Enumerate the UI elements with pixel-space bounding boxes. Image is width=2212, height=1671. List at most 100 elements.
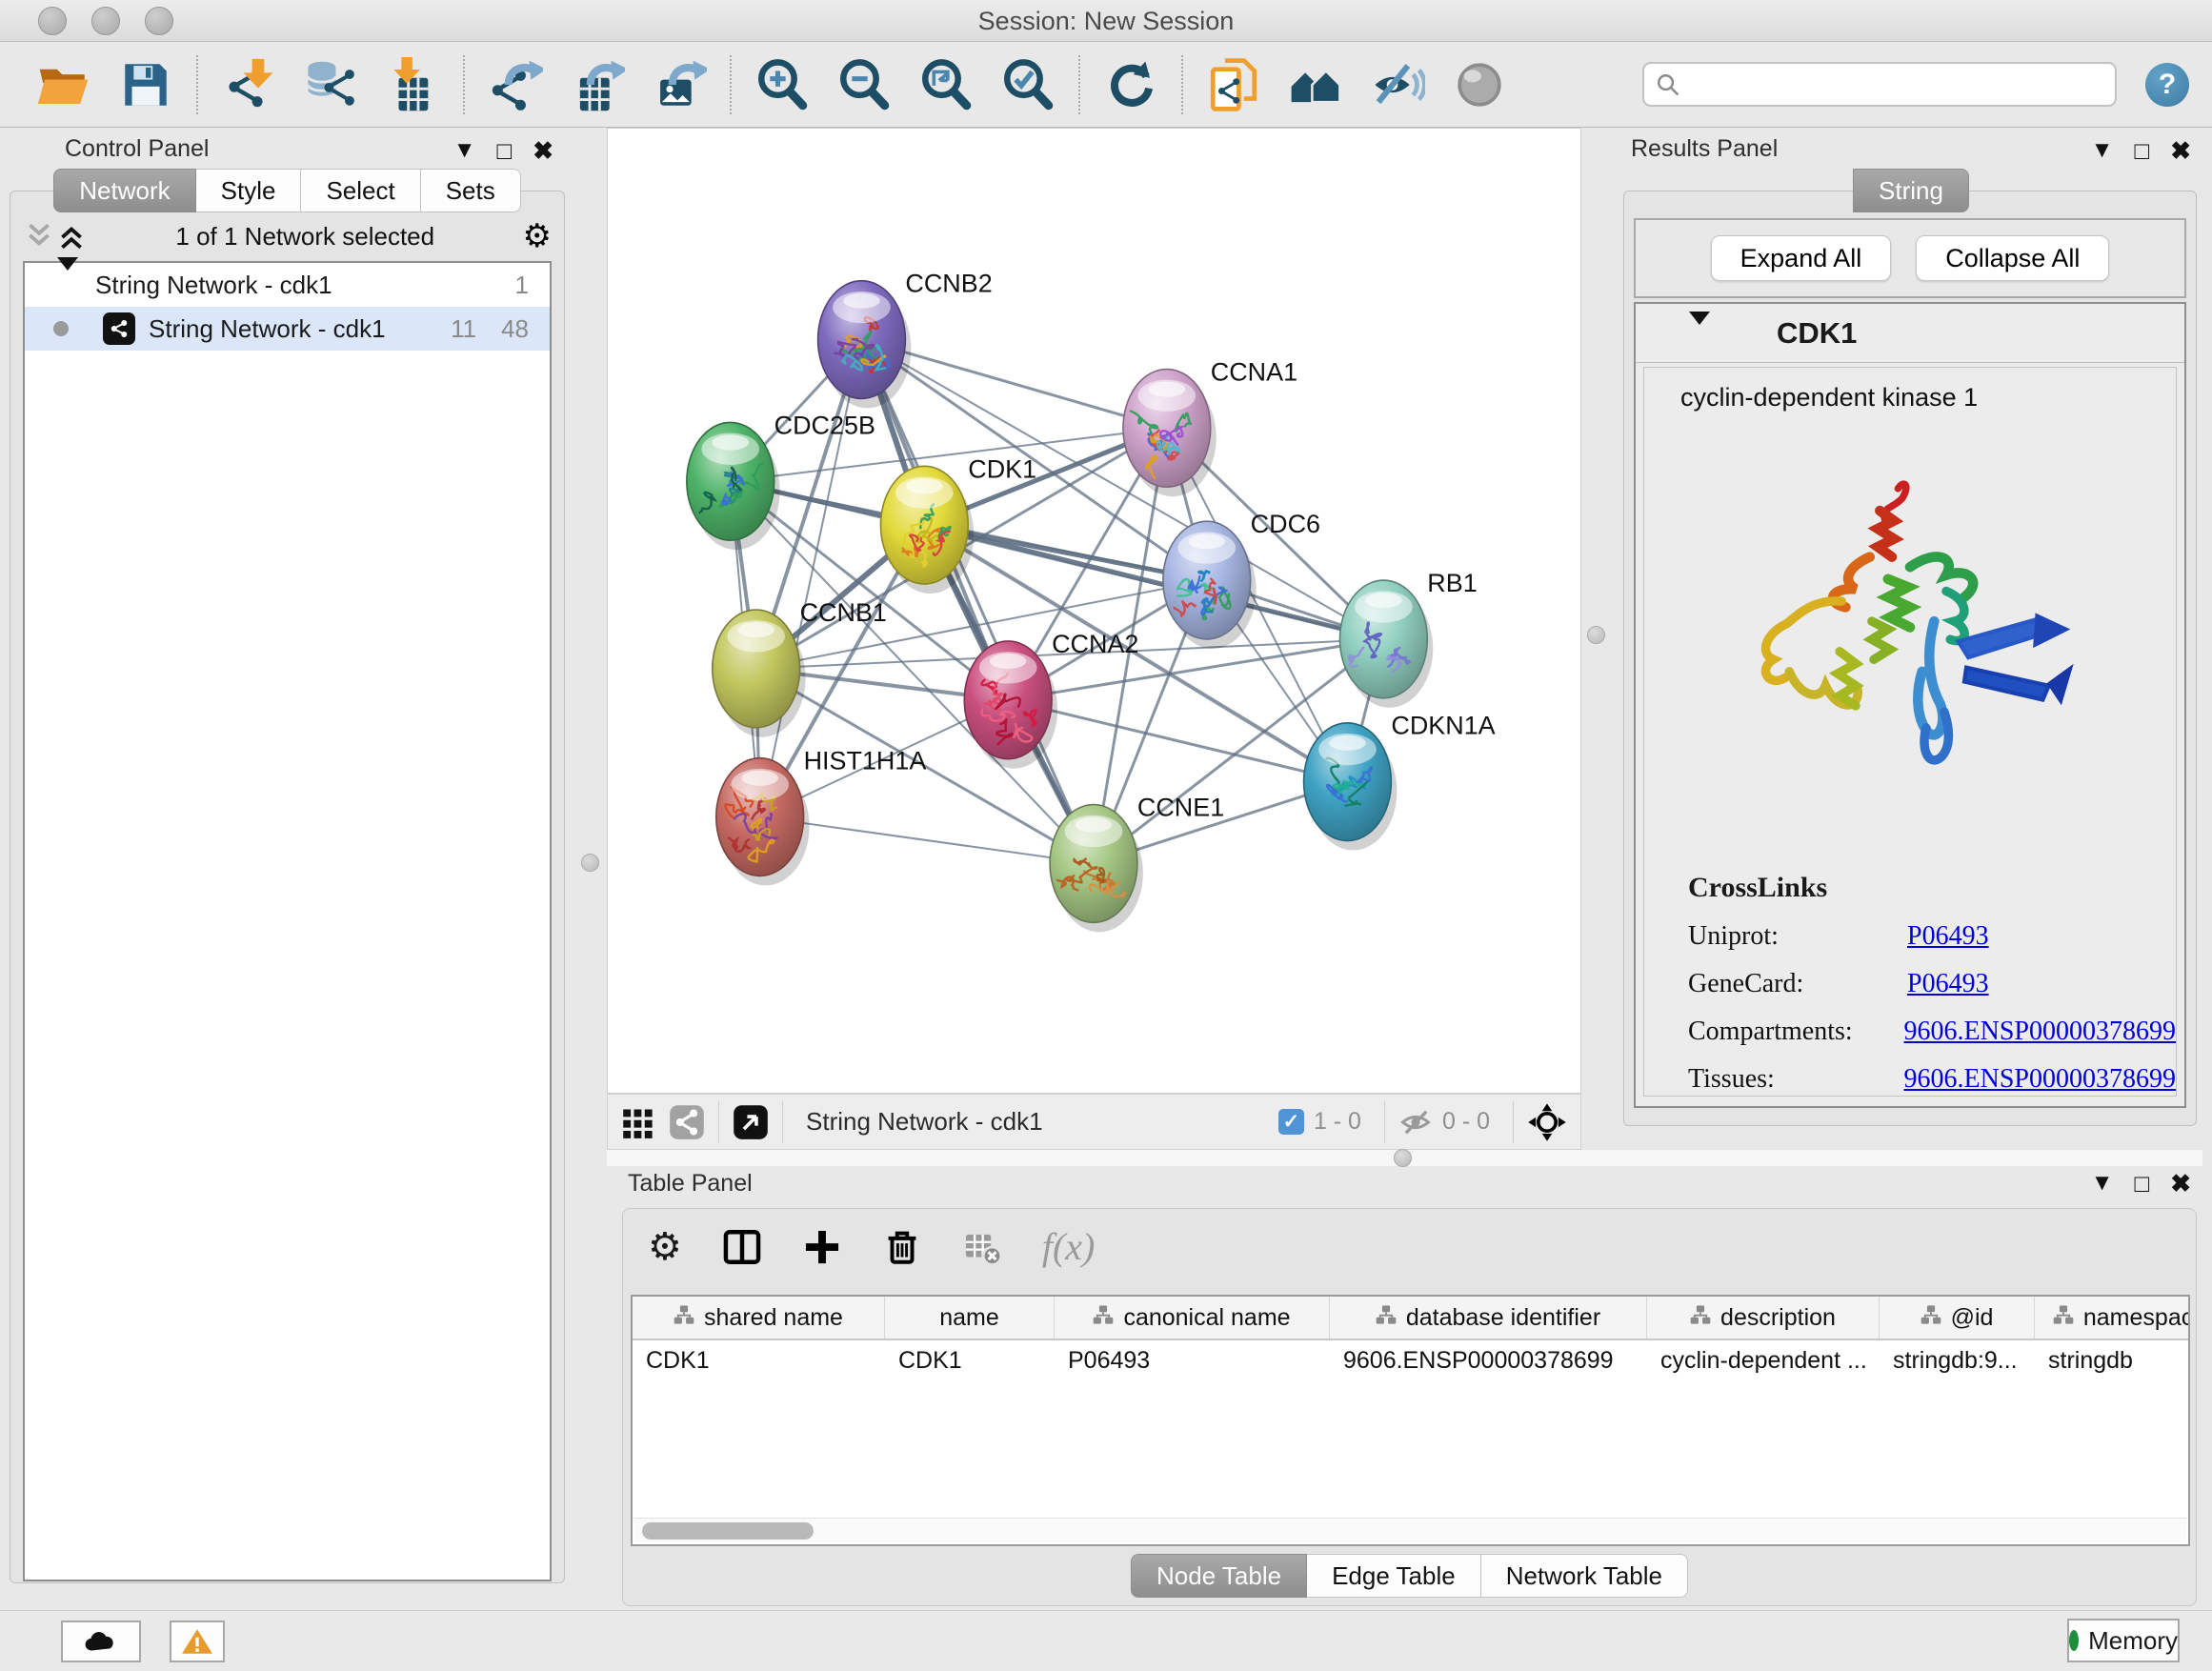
table-cell[interactable]: CDK1 — [885, 1340, 1055, 1382]
import-network-icon[interactable] — [221, 57, 276, 112]
column-header-shared-name[interactable]: shared name — [633, 1297, 885, 1339]
tab-string[interactable]: String — [1853, 169, 1969, 212]
zoom-in-icon[interactable] — [754, 57, 810, 112]
highlight-eye-icon[interactable] — [1452, 57, 1507, 112]
network-collection-row[interactable]: String Network - cdk1 1 — [25, 263, 550, 307]
warnings-button[interactable] — [170, 1621, 225, 1662]
network-node-HIST1H1A[interactable]: HIST1H1A — [716, 747, 927, 886]
column-header-description[interactable]: description — [1647, 1297, 1880, 1339]
function-builder-icon[interactable]: f(x) — [1042, 1224, 1096, 1269]
crosslink-link[interactable]: P06493 — [1907, 921, 1989, 952]
panel-menu-icon[interactable]: ▼ — [2091, 1172, 2114, 1195]
apply-layout-icon[interactable] — [1103, 57, 1158, 112]
tab-style[interactable]: Style — [196, 169, 302, 212]
delete-column-trash-icon[interactable] — [882, 1227, 922, 1267]
collapse-all-button[interactable]: Collapse All — [1916, 235, 2109, 281]
help-button[interactable]: ? — [2145, 63, 2189, 107]
network-options-gear-icon[interactable]: ⚙ — [523, 217, 552, 255]
memory-button[interactable]: Memory — [2067, 1619, 2180, 1662]
table-options-gear-icon[interactable]: ⚙ — [648, 1227, 682, 1267]
network-edge[interactable] — [1008, 700, 1347, 782]
column-header-@id[interactable]: @id — [1880, 1297, 2035, 1339]
table-row[interactable]: CDK1CDK1P064939606.ENSP00000378699cyclin… — [633, 1340, 2188, 1382]
tab-network-table[interactable]: Network Table — [1481, 1554, 1688, 1598]
export-network-icon[interactable] — [488, 57, 543, 112]
close-panel-icon[interactable]: ✖ — [2170, 1171, 2191, 1196]
clone-network-icon[interactable] — [1206, 57, 1261, 112]
network-node-CCNE1[interactable]: CCNE1 — [1050, 794, 1224, 933]
network-node-RB1[interactable]: RB1 — [1339, 569, 1477, 708]
zoom-out-icon[interactable] — [836, 57, 892, 112]
network-node-CCNB2[interactable]: CCNB2 — [818, 270, 993, 409]
table-cell[interactable]: cyclin-dependent ... — [1647, 1340, 1880, 1382]
delete-table-icon[interactable] — [962, 1227, 1002, 1267]
open-session-icon[interactable] — [36, 57, 91, 112]
network-node-CDKN1A[interactable]: CDKN1A — [1304, 712, 1496, 851]
scrollbar-thumb[interactable] — [642, 1522, 814, 1540]
selected-checkbox-icon[interactable]: ✓ — [1278, 1109, 1304, 1135]
table-header-row: shared namenamecanonical namedatabase id… — [633, 1297, 2188, 1340]
network-node-CDC25B[interactable]: CDC25B — [687, 411, 875, 550]
cloud-button[interactable] — [61, 1621, 141, 1662]
show-columns-icon[interactable] — [722, 1227, 762, 1267]
tab-node-table[interactable]: Node Table — [1131, 1554, 1307, 1598]
float-panel-icon[interactable]: □ — [2134, 1171, 2149, 1196]
expand-all-button[interactable]: Expand All — [1711, 235, 1892, 281]
network-edge[interactable] — [861, 340, 1094, 864]
bottom-splitter-handle[interactable] — [1394, 1149, 1412, 1167]
table-cell[interactable]: stringdb:9... — [1880, 1340, 2035, 1382]
export-table-icon[interactable] — [570, 57, 625, 112]
zoom-selected-icon[interactable] — [1000, 57, 1056, 112]
toolbar-search[interactable] — [1642, 62, 2117, 107]
create-column-plus-icon[interactable] — [802, 1227, 842, 1267]
panel-menu-icon[interactable]: ▼ — [453, 139, 476, 162]
tab-network[interactable]: Network — [53, 169, 195, 212]
export-image-icon[interactable] — [652, 57, 707, 112]
float-panel-icon[interactable]: □ — [2134, 138, 2149, 163]
table-cell[interactable]: P06493 — [1055, 1340, 1330, 1382]
collapse-triangle-icon[interactable] — [57, 257, 78, 299]
column-header-namespace[interactable]: namespace — [2035, 1297, 2190, 1339]
crosslink-link[interactable]: 9606.ENSP00000378699 — [1904, 1017, 2176, 1047]
import-table-icon[interactable] — [385, 57, 440, 112]
float-panel-icon[interactable]: □ — [496, 138, 512, 163]
collapse-triangle-icon[interactable] — [1689, 312, 1710, 341]
network-row[interactable]: String Network - cdk1 11 48 — [25, 307, 550, 351]
network-view-mode-icon[interactable] — [669, 1104, 705, 1140]
crosslink-link[interactable]: P06493 — [1907, 969, 1989, 999]
column-header-canonical-name[interactable]: canonical name — [1055, 1297, 1330, 1339]
hide-selected-icon[interactable] — [1370, 57, 1425, 112]
grid-view-icon[interactable] — [621, 1105, 655, 1139]
save-session-icon[interactable] — [118, 57, 173, 112]
tab-select[interactable]: Select — [301, 169, 420, 212]
detach-view-icon[interactable] — [733, 1104, 769, 1140]
table-cell[interactable]: 9606.ENSP00000378699 — [1330, 1340, 1647, 1382]
network-node-CCNA1[interactable]: CCNA1 — [1123, 357, 1297, 496]
network-edge[interactable] — [760, 817, 1094, 864]
right-splitter-handle[interactable] — [1587, 626, 1605, 644]
import-network-database-icon[interactable] — [303, 57, 358, 112]
search-input[interactable] — [1688, 71, 2103, 98]
column-header-database-identifier[interactable]: database identifier — [1330, 1297, 1647, 1339]
network-node-CCNB1[interactable]: CCNB1 — [713, 598, 887, 737]
birdseye-crosshair-icon[interactable] — [1527, 1102, 1567, 1142]
graphics-details-icon[interactable] — [1288, 57, 1343, 112]
crosslink-link[interactable]: 9606.ENSP00000378699 — [1904, 1064, 2176, 1095]
close-panel-icon[interactable]: ✖ — [2170, 138, 2191, 163]
collapse-all-icon[interactable] — [23, 222, 55, 251]
table-cell[interactable]: stringdb — [2035, 1340, 2190, 1382]
zoom-fit-icon[interactable] — [918, 57, 974, 112]
network-node-CDC6[interactable]: CDC6 — [1163, 510, 1320, 649]
table-cell[interactable]: CDK1 — [633, 1340, 885, 1382]
left-splitter-handle[interactable] — [581, 854, 599, 872]
network-canvas[interactable]: CCNB2 CCNA1 CDC25B CDK1 CDC6 RB1 — [607, 128, 1581, 1094]
table-horizontal-scrollbar[interactable] — [634, 1518, 2186, 1542]
tab-edge-table[interactable]: Edge Table — [1307, 1554, 1481, 1598]
column-header-name[interactable]: name — [885, 1297, 1055, 1339]
close-panel-icon[interactable]: ✖ — [533, 138, 553, 163]
expand-all-icon[interactable] — [55, 222, 88, 251]
network-node-CDK1[interactable]: CDK1 — [880, 454, 1036, 594]
panel-menu-icon[interactable]: ▼ — [2091, 139, 2114, 162]
tab-sets[interactable]: Sets — [421, 169, 521, 212]
gene-section-header[interactable]: CDK1 — [1636, 304, 2184, 363]
